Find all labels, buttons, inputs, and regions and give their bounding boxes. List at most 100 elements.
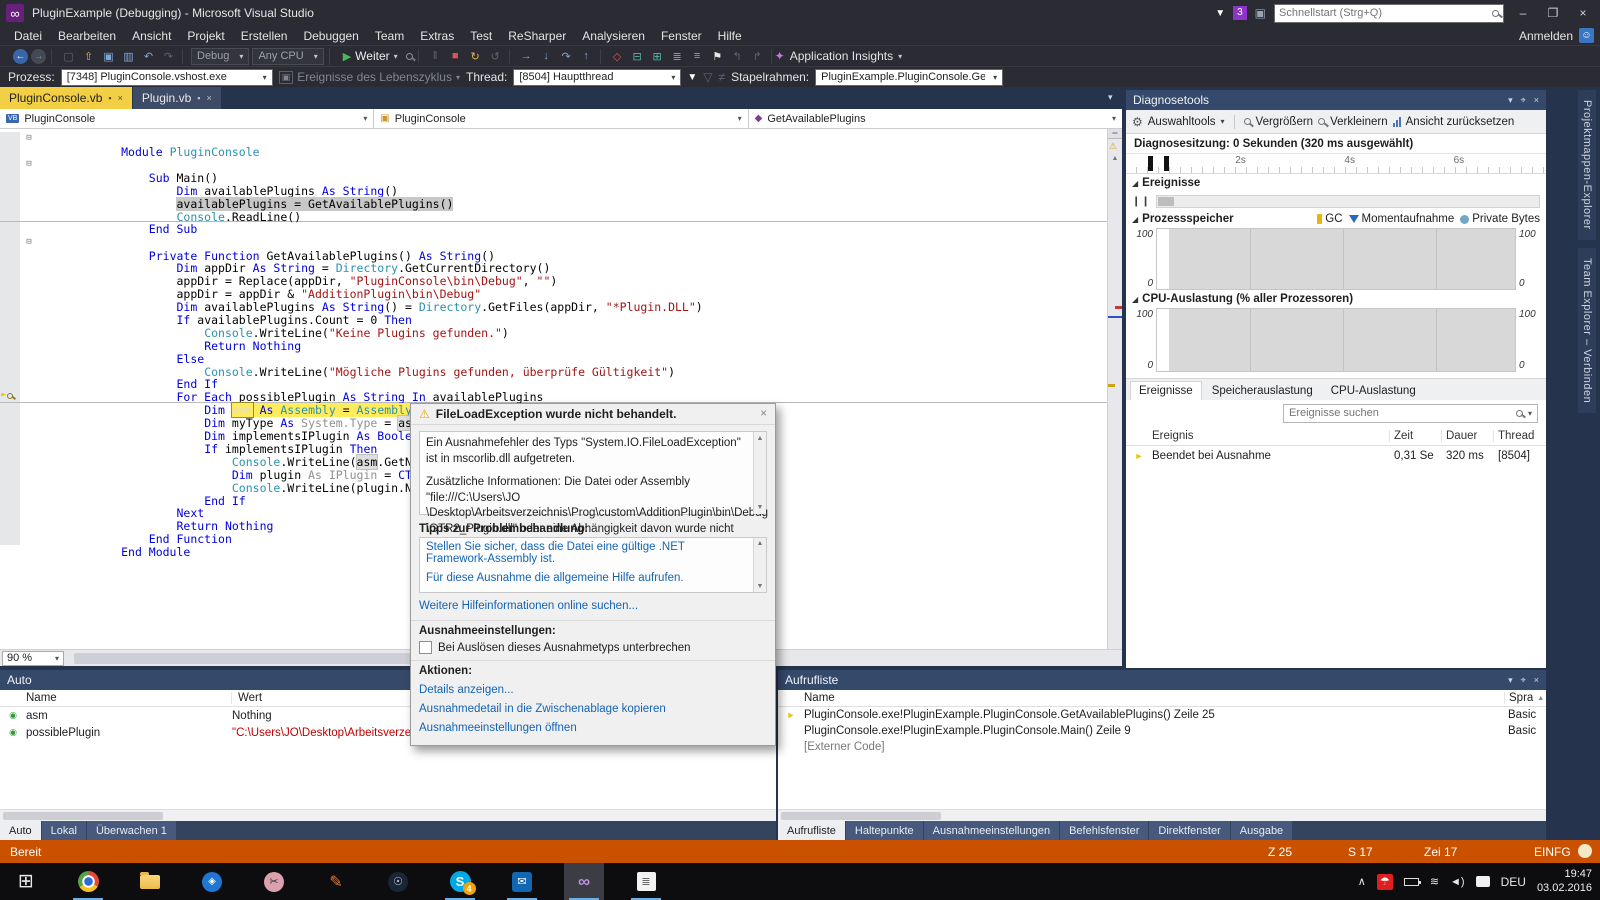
tips-scrollbar[interactable]: ▲▼: [753, 538, 766, 592]
pin-icon[interactable]: ⌖: [1521, 95, 1526, 106]
debug-window-tab[interactable]: Befehlsfenster: [1060, 821, 1148, 840]
menu-item[interactable]: Ansicht: [124, 29, 179, 43]
battery-icon[interactable]: [1404, 878, 1419, 886]
close-button[interactable]: ×: [1572, 6, 1594, 20]
column-header-language[interactable]: Spra: [1509, 692, 1533, 704]
thread-dropdown[interactable]: [8504] Hauptthread▾: [513, 69, 681, 86]
break-on-throw-checkbox[interactable]: [419, 641, 432, 654]
diagnostics-tab[interactable]: Speicherauslastung: [1204, 382, 1321, 400]
step-icon[interactable]: ↓: [538, 49, 555, 64]
debug-window-tab[interactable]: Direktfenster: [1149, 821, 1229, 840]
close-tab-icon[interactable]: ×: [206, 93, 211, 103]
type-dropdown[interactable]: ▣ PluginConsole ▾: [374, 109, 748, 128]
volume-icon[interactable]: ◄): [1450, 876, 1465, 888]
memory-section-header[interactable]: ◢ Prozessspeicher GC Momentaufnahme Priv…: [1126, 210, 1546, 228]
breakpoint-margin[interactable]: [0, 493, 20, 506]
editor-vertical-scrollbar[interactable]: ═ ⚠ ▲: [1107, 129, 1122, 649]
debug-window-tab[interactable]: Aufrufliste: [778, 821, 845, 840]
menu-item[interactable]: Projekt: [179, 29, 232, 43]
diagnostics-tab[interactable]: CPU-Auslastung: [1323, 382, 1424, 400]
close-panel-icon[interactable]: ×: [1534, 675, 1539, 686]
menu-item[interactable]: Debuggen: [295, 29, 366, 43]
run-control-icon[interactable]: ↻: [467, 49, 484, 64]
action-link[interactable]: Ausnahmedetail in die Zwischenablage kop…: [419, 703, 767, 715]
breakpoint-margin[interactable]: [0, 171, 20, 184]
scroll-up-icon[interactable]: ▲: [1108, 155, 1122, 162]
pin-icon[interactable]: ▪: [108, 93, 111, 103]
zoom-out-button[interactable]: Verkleinern: [1330, 116, 1388, 128]
breakpoint-margin[interactable]: [0, 377, 20, 390]
watch-tab[interactable]: Überwachen 1: [87, 821, 176, 840]
cpu-graph[interactable]: [1156, 308, 1516, 372]
taskbar-mail[interactable]: ✉: [502, 863, 542, 900]
fold-toggle-icon[interactable]: ⊟: [20, 133, 38, 143]
breakpoint-margin[interactable]: [0, 145, 20, 158]
breakpoint-margin[interactable]: [0, 467, 20, 480]
member-dropdown[interactable]: ◆ GetAvailablePlugins ▾: [749, 109, 1122, 128]
breakpoint-margin[interactable]: [0, 364, 20, 377]
close-tab-icon[interactable]: ×: [118, 93, 123, 103]
events-search-input[interactable]: [1289, 407, 1511, 419]
zoom-in-button[interactable]: Vergrößern: [1256, 116, 1314, 128]
toolbar-misc-icon[interactable]: ◇: [609, 49, 626, 64]
breakpoint-margin[interactable]: [0, 196, 20, 209]
online-help-link[interactable]: Weitere Hilfeinformationen online suchen…: [419, 600, 767, 612]
quick-launch-input[interactable]: [1279, 7, 1488, 19]
taskbar-notes[interactable]: ≣: [626, 863, 666, 900]
window-menu-icon[interactable]: ▾: [1508, 675, 1513, 686]
step-icon[interactable]: ↷: [558, 49, 575, 64]
taskbar-steam[interactable]: ☉: [378, 863, 418, 900]
breakpoint-margin[interactable]: [0, 248, 20, 261]
menu-item[interactable]: Extras: [412, 29, 462, 43]
reset-view-button[interactable]: Ansicht zurücksetzen: [1406, 116, 1515, 128]
watch-tab[interactable]: Auto: [0, 821, 41, 840]
breakpoint-margin[interactable]: [0, 209, 20, 221]
auto-hide-tab[interactable]: Team Explorer – Verbinden: [1578, 248, 1596, 413]
taskbar-visual-studio[interactable]: ∞: [564, 863, 604, 900]
menu-item[interactable]: Analysieren: [574, 29, 653, 43]
keyboard-language[interactable]: DEU: [1501, 875, 1526, 889]
feedback-smiley-icon[interactable]: [1578, 844, 1592, 858]
menu-item[interactable]: Bearbeiten: [50, 29, 124, 43]
run-control-icon[interactable]: ↺: [487, 49, 504, 64]
avira-icon[interactable]: ☂: [1377, 874, 1393, 890]
breakpoint-margin[interactable]: [0, 428, 20, 441]
events-section-header[interactable]: ◢ Ereignisse: [1126, 174, 1546, 192]
run-control-icon[interactable]: ‖: [427, 49, 444, 64]
event-row[interactable]: ► Beendet bei Ausnahme 0,31 Se 320 ms [8…: [1126, 446, 1546, 466]
timeline-ruler[interactable]: 2s4s6s: [1126, 154, 1546, 174]
action-link[interactable]: Ausnahmeeinstellungen öffnen: [419, 722, 767, 734]
breakpoint-margin[interactable]: [0, 338, 20, 351]
breakpoint-margin[interactable]: ►: [0, 390, 20, 402]
cpu-section-header[interactable]: ◢ CPU-Auslastung (% aller Prozessoren): [1126, 290, 1546, 308]
menu-item[interactable]: ReSharper: [500, 29, 574, 43]
attach-icon[interactable]: [406, 53, 413, 60]
tip-link[interactable]: Für diese Ausnahme die allgemeine Hilfe …: [426, 572, 760, 584]
document-tab[interactable]: PluginConsole.vb ▪ ×: [0, 87, 132, 109]
breakpoint-margin[interactable]: [0, 287, 20, 300]
breakpoint-margin[interactable]: [0, 312, 20, 325]
breakpoint-margin[interactable]: [0, 532, 20, 545]
taskbar-file-explorer[interactable]: [130, 863, 170, 900]
breakpoint-margin[interactable]: [0, 416, 20, 429]
watch-tab[interactable]: Lokal: [42, 821, 86, 840]
column-header-time[interactable]: Zeit: [1390, 430, 1442, 442]
close-panel-icon[interactable]: ×: [1534, 95, 1539, 106]
toolbar-file-icon[interactable]: ▢: [60, 49, 77, 64]
column-header-event[interactable]: Ereignis: [1126, 430, 1390, 442]
pin-icon[interactable]: ▪: [197, 93, 200, 103]
menu-item[interactable]: Datei: [6, 29, 50, 43]
breakpoint-margin[interactable]: [0, 235, 20, 248]
toolbar-file-icon[interactable]: ↷: [160, 49, 177, 64]
debug-window-tab[interactable]: Ausgabe: [1231, 821, 1292, 840]
breakpoint-margin[interactable]: [0, 274, 20, 287]
taskbar-skype[interactable]: S4: [440, 863, 480, 900]
minimize-button[interactable]: –: [1512, 6, 1534, 20]
toolbar-misc-icon[interactable]: ↰: [729, 49, 746, 64]
taskbar-chrome[interactable]: [68, 863, 108, 900]
column-header-value[interactable]: Wert: [232, 692, 262, 704]
breakpoint-margin[interactable]: [0, 261, 20, 274]
application-insights-button[interactable]: ✦ Application Insights ▾: [775, 49, 902, 63]
breakpoint-margin[interactable]: [0, 132, 20, 145]
menu-item[interactable]: Erstellen: [233, 29, 296, 43]
